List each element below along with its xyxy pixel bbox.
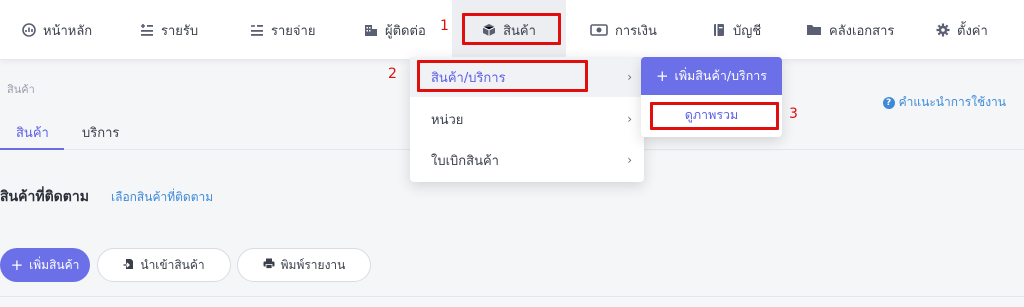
annotation-step-1: 1	[440, 18, 449, 34]
import-products-label: นำเข้าสินค้า	[140, 257, 205, 272]
ledger-book-icon	[712, 23, 726, 37]
import-products-button[interactable]: นำเข้าสินค้า	[97, 248, 231, 282]
annotation-highlight-products-services	[417, 60, 588, 92]
menu-item-units[interactable]: หน่วย ›	[410, 99, 644, 139]
annotation-highlight-overview	[650, 102, 779, 130]
add-product-button[interactable]: + เพิ่มสินค้า	[0, 248, 90, 282]
nav-item-expense[interactable]: รายจ่าย	[250, 0, 315, 60]
active-tab-indicator	[0, 148, 64, 150]
divider	[0, 296, 1024, 297]
chevron-right-icon: ›	[627, 70, 632, 84]
add-product-label: เพิ่มสินค้า	[29, 257, 80, 272]
annotation-highlight-products	[462, 13, 561, 45]
annotation-step-2: 2	[388, 66, 397, 82]
chevron-right-icon: ›	[627, 112, 632, 126]
nav-label: บัญชี	[733, 23, 762, 39]
contacts-building-icon	[364, 23, 378, 37]
menu-item-label: หน่วย	[431, 112, 464, 128]
nav-item-accounting[interactable]: บัญชี	[712, 0, 761, 60]
help-link-label: คำแนะนำการใช้งาน	[898, 95, 1006, 109]
nav-item-home[interactable]: หน้าหลัก	[22, 0, 92, 60]
plus-icon: +	[10, 256, 24, 274]
nav-label: ผู้ติดต่อ	[385, 23, 426, 39]
annotation-step-3: 3	[789, 106, 798, 122]
nav-item-settings[interactable]: ตั้งค่า	[936, 0, 988, 60]
expense-list-icon	[250, 23, 264, 37]
tab-services[interactable]: บริการ	[82, 122, 119, 143]
printer-icon	[263, 258, 275, 272]
nav-item-documents[interactable]: คลังเอกสาร	[806, 0, 894, 60]
nav-item-income[interactable]: รายรับ	[140, 0, 198, 60]
dashboard-gauge-icon	[22, 23, 36, 37]
nav-label: หน้าหลัก	[43, 23, 93, 39]
print-report-button[interactable]: พิมพ์รายงาน	[237, 248, 371, 282]
nav-label: คลังเอกสาร	[829, 23, 895, 39]
plus-icon: +	[655, 67, 669, 85]
nav-label: การเงิน	[615, 23, 657, 39]
nav-item-contacts[interactable]: ผู้ติดต่อ	[364, 0, 426, 60]
menu-item-label: ใบเบิกสินค้า	[431, 153, 499, 169]
nav-label: รายรับ	[161, 23, 199, 39]
income-list-icon	[140, 23, 154, 37]
add-product-service-button[interactable]: + เพิ่มสินค้า/บริการ	[641, 57, 782, 95]
select-tracked-products-link[interactable]: เลือกสินค้าที่ติดตาม	[111, 188, 213, 207]
help-link[interactable]: ? คำแนะนำการใช้งาน	[882, 93, 1006, 112]
print-report-label: พิมพ์รายงาน	[280, 257, 346, 272]
help-question-icon: ?	[882, 96, 895, 109]
nav-label: ตั้งค่า	[957, 23, 988, 39]
folder-icon	[806, 23, 822, 37]
tab-products[interactable]: สินค้า	[16, 122, 49, 143]
nav-label: รายจ่าย	[271, 23, 316, 39]
breadcrumb: สินค้า	[7, 83, 35, 96]
add-product-service-label: เพิ่มสินค้า/บริการ	[674, 68, 768, 83]
nav-item-finance[interactable]: การเงิน	[590, 0, 657, 60]
chevron-right-icon: ›	[627, 153, 632, 167]
gear-icon	[936, 23, 950, 37]
money-icon	[590, 23, 608, 37]
tracked-products-title: สินค้าที่ติดตาม	[0, 189, 89, 205]
menu-item-requisition[interactable]: ใบเบิกสินค้า ›	[410, 140, 644, 180]
import-file-icon	[123, 258, 134, 273]
